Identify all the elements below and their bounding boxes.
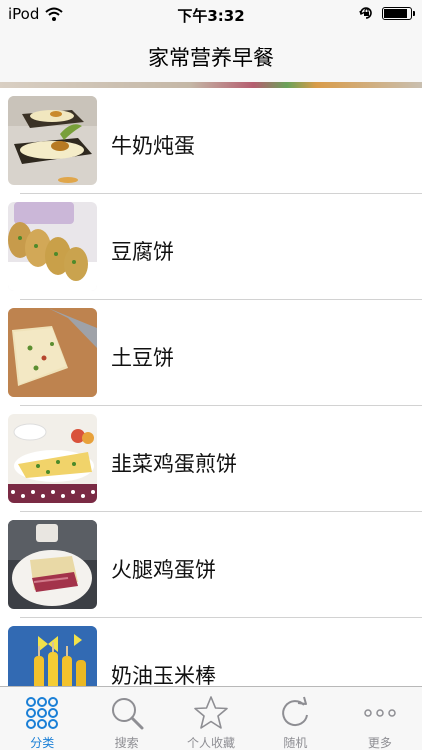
tab-label: 分类 <box>30 736 55 750</box>
status-right <box>358 5 415 21</box>
recipe-thumbnail <box>8 520 97 609</box>
recipe-name: 火腿鸡蛋饼 <box>111 558 216 582</box>
recipe-thumbnail <box>8 414 97 503</box>
tab-label: 搜索 <box>114 736 139 750</box>
recipe-name: 土豆饼 <box>111 346 174 370</box>
tofu-pancake-photo <box>8 202 97 291</box>
list-item[interactable]: 火腿鸡蛋饼 <box>0 512 422 618</box>
recipe-name: 奶油玉米棒 <box>111 664 216 686</box>
tab-label: 个人收藏 <box>187 736 236 750</box>
tab-favorites[interactable]: 个人收藏 <box>169 687 253 750</box>
recipe-thumbnail <box>8 308 97 397</box>
ham-egg-pancake-photo <box>8 520 97 609</box>
more-dots-icon <box>364 709 396 717</box>
orientation-lock-icon <box>359 7 372 19</box>
tab-bar: 分类 搜索 个人收藏 随机 更多 <box>0 686 422 750</box>
status-bar: iPod 下午3:32 <box>0 0 422 30</box>
list-item[interactable]: 奶油玉米棒 <box>0 618 422 686</box>
magnifier-icon <box>111 698 144 730</box>
tab-label: 更多 <box>367 736 392 750</box>
chive-egg-pancake-photo <box>8 414 97 503</box>
potato-pancake-photo <box>8 308 97 397</box>
grid-dots-icon <box>26 697 59 729</box>
tab-search[interactable]: 搜索 <box>84 687 168 750</box>
battery-level-fill <box>384 8 407 18</box>
recipe-thumbnail <box>8 626 97 686</box>
list-item[interactable]: 牛奶炖蛋 <box>0 88 422 194</box>
tab-random[interactable]: 随机 <box>253 687 337 750</box>
recipe-name: 牛奶炖蛋 <box>111 134 195 158</box>
recipe-name: 韭菜鸡蛋煎饼 <box>111 452 237 476</box>
battery-icon <box>382 6 415 20</box>
tab-more[interactable]: 更多 <box>338 687 422 750</box>
star-icon <box>194 696 228 729</box>
refresh-icon <box>282 696 309 727</box>
page-title: 家常营养早餐 <box>148 46 274 70</box>
navigation-bar: 家常营养早餐 <box>0 30 422 83</box>
list-item[interactable]: 土豆饼 <box>0 300 422 406</box>
app-screen: iPod 下午3:32 家常营养早餐 牛奶炖蛋 豆腐饼 土豆饼 韭菜鸡蛋煎饼 火… <box>0 0 422 750</box>
steamed-milk-egg-photo <box>8 96 97 185</box>
tab-label: 随机 <box>283 736 308 750</box>
recipe-list[interactable]: 牛奶炖蛋 豆腐饼 土豆饼 韭菜鸡蛋煎饼 火腿鸡蛋饼 奶油玉米棒 <box>0 88 422 686</box>
list-item[interactable]: 韭菜鸡蛋煎饼 <box>0 406 422 512</box>
list-item[interactable]: 豆腐饼 <box>0 194 422 300</box>
recipe-thumbnail <box>8 96 97 185</box>
recipe-thumbnail <box>8 202 97 291</box>
recipe-name: 豆腐饼 <box>111 240 174 264</box>
tab-category[interactable]: 分类 <box>0 687 84 750</box>
buttered-corn-photo <box>8 626 97 686</box>
